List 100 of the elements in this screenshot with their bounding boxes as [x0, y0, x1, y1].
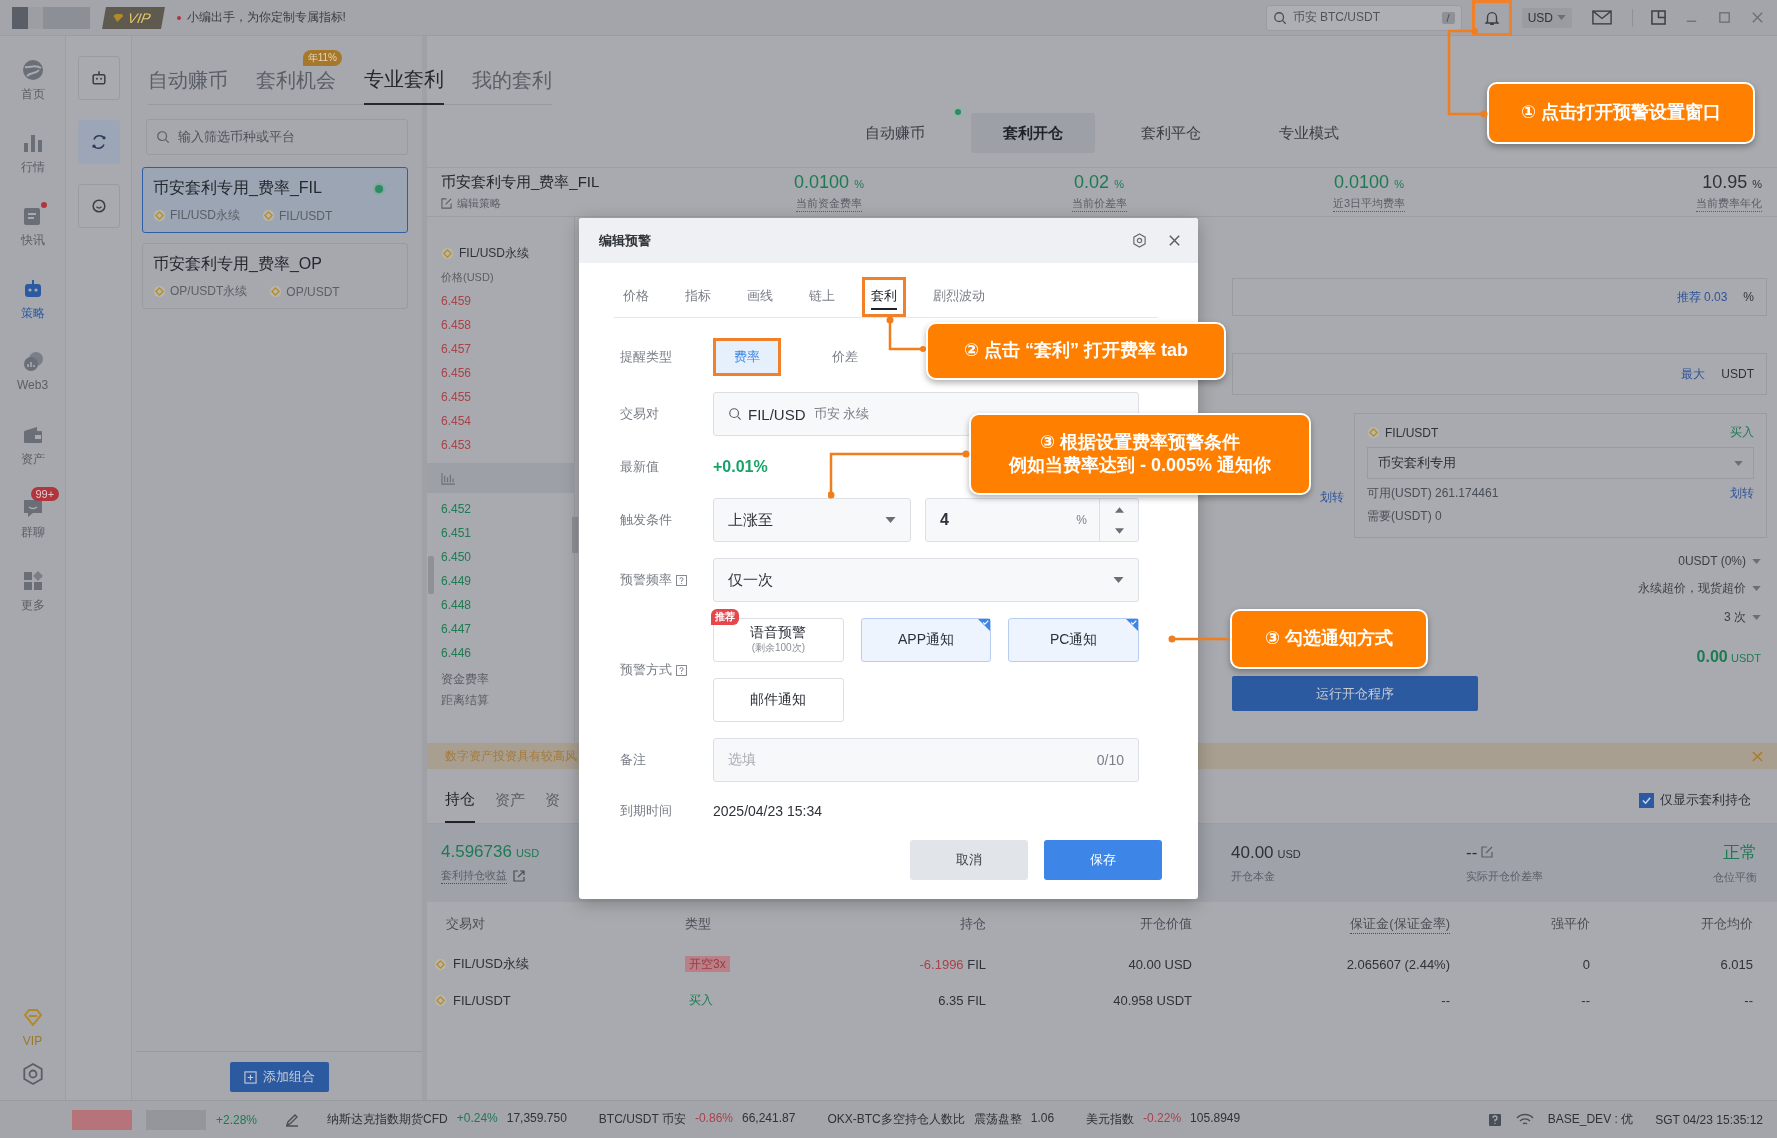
- filter-search-field[interactable]: 输入筛选币种或平台: [146, 119, 408, 155]
- notify-method-option[interactable]: APP通知: [860, 618, 992, 662]
- table-cell: 6.015: [1720, 956, 1753, 972]
- summary-value: --: [1466, 842, 1494, 863]
- alert-type-tab[interactable]: 链上: [800, 277, 844, 317]
- tool-button[interactable]: [77, 120, 120, 164]
- positions-tab[interactable]: 资产: [495, 790, 525, 823]
- blurred-block: [72, 1109, 132, 1130]
- summary-value: 4.596736 USD: [441, 842, 540, 862]
- save-button[interactable]: 保存: [1044, 840, 1162, 880]
- help-icon[interactable]: [1487, 1112, 1502, 1127]
- notify-method-option[interactable]: PC通知: [1008, 618, 1139, 662]
- alert-type-tab[interactable]: 指标: [676, 277, 720, 317]
- decrement-icon[interactable]: [1114, 527, 1124, 534]
- ask-price: 6.455: [441, 389, 473, 406]
- strategy-card[interactable]: 币安套利专用_费率_OP OP/USDT永续 OP/USDT: [142, 243, 408, 309]
- total-value: 0.00 USDT: [1696, 648, 1761, 666]
- settings-icon[interactable]: [20, 1062, 45, 1086]
- retries-dropdown[interactable]: 3 次: [1724, 609, 1761, 626]
- maximize-icon[interactable]: [1717, 10, 1732, 25]
- ticker-price: 105.8949: [1190, 1111, 1241, 1127]
- notice-text[interactable]: 小编出手，为你定制专属指标!: [176, 9, 346, 26]
- slippage-dropdown[interactable]: 永续超价，现货超价: [1638, 580, 1761, 597]
- ask-price: 6.456: [441, 365, 473, 382]
- nav-item[interactable]: 更多: [1, 557, 64, 630]
- run-open-button[interactable]: 运行开仓程序: [1232, 676, 1478, 711]
- account-dropdown[interactable]: 币安套利专用: [1367, 447, 1754, 479]
- search-field[interactable]: 币安 BTC/USDT /: [1265, 4, 1462, 31]
- edit-strategy-link[interactable]: 编辑策略: [457, 196, 501, 211]
- column-header: 持仓: [960, 915, 986, 933]
- alert-type-tab[interactable]: 剧烈波动: [924, 277, 994, 317]
- coin-icon: [262, 209, 275, 222]
- ticker-change: 震荡盘整: [973, 1111, 1022, 1128]
- nav-item[interactable]: 策略: [1, 265, 64, 338]
- tool-button[interactable]: [77, 184, 120, 228]
- condition-dropdown[interactable]: 上涨至: [713, 498, 911, 542]
- mail-icon[interactable]: [1592, 10, 1612, 25]
- amount-field[interactable]: 最大 USDT: [1232, 353, 1767, 395]
- collapse-handle[interactable]: [572, 517, 578, 553]
- edit-icon[interactable]: [1481, 845, 1494, 858]
- layout-icon[interactable]: [1651, 10, 1666, 25]
- depth-icon[interactable]: [441, 471, 456, 485]
- threshold-field[interactable]: 4 %: [925, 498, 1139, 542]
- transfer-link[interactable]: 划转: [1320, 489, 1344, 506]
- ticker-price: 1.06: [1030, 1111, 1055, 1127]
- vip-badge[interactable]: VIP: [102, 6, 165, 29]
- fee-dropdown[interactable]: 0USDT (0%): [1678, 554, 1761, 568]
- mode-tab[interactable]: 套利开仓: [971, 113, 1095, 153]
- alert-type-tab[interactable]: 价格: [614, 277, 658, 317]
- add-group-button[interactable]: 添加组合: [229, 1062, 329, 1092]
- plus-icon: [243, 1070, 257, 1084]
- summary-label: 仓位平衡: [1713, 870, 1757, 885]
- settings-icon[interactable]: [1132, 233, 1147, 248]
- alert-type-tab[interactable]: 套利: [862, 277, 906, 317]
- ticker-change: -0.86%: [694, 1111, 733, 1127]
- positions-tab[interactable]: 资: [545, 790, 560, 823]
- coin-icon: [153, 209, 166, 222]
- tool-button[interactable]: [77, 56, 120, 100]
- only-arbitrage-checkbox[interactable]: 仅显示套利持仓: [1639, 791, 1751, 823]
- settlement-label: 距离结算: [441, 692, 490, 709]
- nav-item[interactable]: 99+ 群聊: [1, 484, 64, 557]
- coin-icon: [434, 957, 447, 971]
- cancel-button[interactable]: 取消: [910, 840, 1028, 880]
- remind-type-option[interactable]: 价差: [811, 338, 879, 376]
- notify-method-option[interactable]: 邮件通知: [713, 678, 844, 722]
- transfer-link[interactable]: 划转: [1730, 485, 1754, 502]
- close-icon[interactable]: [1167, 233, 1182, 248]
- help-icon[interactable]: [676, 574, 687, 586]
- frequency-dropdown[interactable]: 仅一次: [713, 558, 1139, 602]
- nav-item[interactable]: Web3: [1, 338, 64, 411]
- nav-item[interactable]: 首页: [1, 46, 64, 119]
- nav-item[interactable]: 资产: [1, 411, 64, 484]
- strategy-card[interactable]: 币安套利专用_费率_FIL FIL/USD永续 FIL/USDT: [142, 167, 408, 233]
- diamond-icon: [111, 12, 125, 23]
- currency-dropdown[interactable]: USD: [1521, 7, 1572, 28]
- ticker-change: -0.22%: [1143, 1111, 1182, 1127]
- category-tab[interactable]: 我的套利: [472, 58, 552, 104]
- nav-item[interactable]: 行情: [1, 119, 64, 192]
- edit-icon[interactable]: [441, 198, 452, 209]
- mode-tab[interactable]: 套利平仓: [1109, 113, 1233, 153]
- remind-type-option[interactable]: 费率: [713, 338, 781, 376]
- alert-type-tab[interactable]: 画线: [738, 277, 782, 317]
- help-icon[interactable]: [676, 664, 687, 676]
- collapse-handle[interactable]: [428, 556, 434, 594]
- ticker-price: 17,359.750: [506, 1111, 567, 1127]
- category-tab[interactable]: 自动赚币: [148, 58, 228, 104]
- nav-item[interactable]: 快讯: [1, 192, 64, 265]
- annotation-callout: ③ 勾选通知方式: [1230, 609, 1428, 669]
- char-counter: 0/10: [1096, 752, 1124, 768]
- ratio-field[interactable]: 推荐 0.03 %: [1232, 278, 1767, 316]
- mode-tab[interactable]: 专业模式: [1247, 113, 1371, 153]
- note-field[interactable]: 选填 0/10: [713, 738, 1139, 782]
- notification-button[interactable]: [1471, 0, 1512, 36]
- external-link-icon[interactable]: [513, 870, 525, 882]
- pair-label: FIL/USDT: [1385, 425, 1439, 440]
- checkbox[interactable]: [1639, 792, 1654, 808]
- mode-tab[interactable]: 自动赚币: [833, 113, 957, 153]
- increment-icon[interactable]: [1114, 506, 1124, 513]
- pen-icon[interactable]: [285, 1112, 300, 1127]
- position-type-tag: 买入: [685, 991, 717, 1008]
